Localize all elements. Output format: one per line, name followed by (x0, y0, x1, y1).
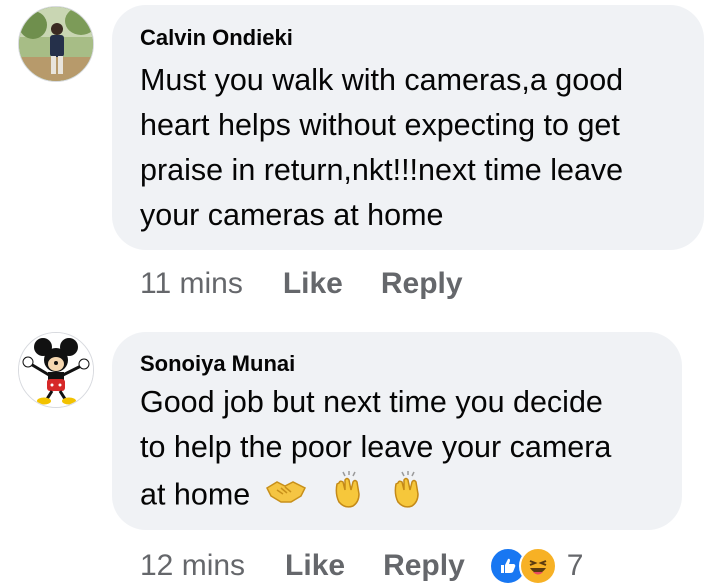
comment-actions: 12 mins Like Reply 7 (140, 546, 583, 586)
handshake-icon (265, 474, 307, 519)
like-button[interactable]: Like (285, 549, 345, 583)
comment-bubble: Sonoiya Munai Good job but next time you… (112, 332, 682, 530)
comment-text-line: at home (140, 477, 251, 512)
mickey-mouse-icon (19, 333, 93, 407)
haha-reaction-icon (518, 547, 557, 585)
clapping-hands-icon (388, 470, 424, 523)
comment-text-line: Good job but next time you decide (140, 385, 603, 419)
avatar[interactable] (18, 332, 94, 408)
comment-text-line-with-emoji: at home (140, 470, 658, 523)
comment-sonoiya-munai: Sonoiya Munai Good job but next time you… (0, 0, 720, 586)
comment-timestamp[interactable]: 12 mins (140, 549, 245, 583)
reaction-count: 7 (566, 549, 584, 582)
comment-text-line: to help the poor leave your camera (140, 430, 612, 464)
clapping-hands-icon (329, 470, 365, 523)
reactions-summary[interactable]: 7 (488, 547, 584, 585)
comment-author[interactable]: Sonoiya Munai (140, 351, 295, 377)
reply-button[interactable]: Reply (383, 549, 465, 583)
comment-text: Good job but next time you decide to hel… (140, 380, 658, 523)
